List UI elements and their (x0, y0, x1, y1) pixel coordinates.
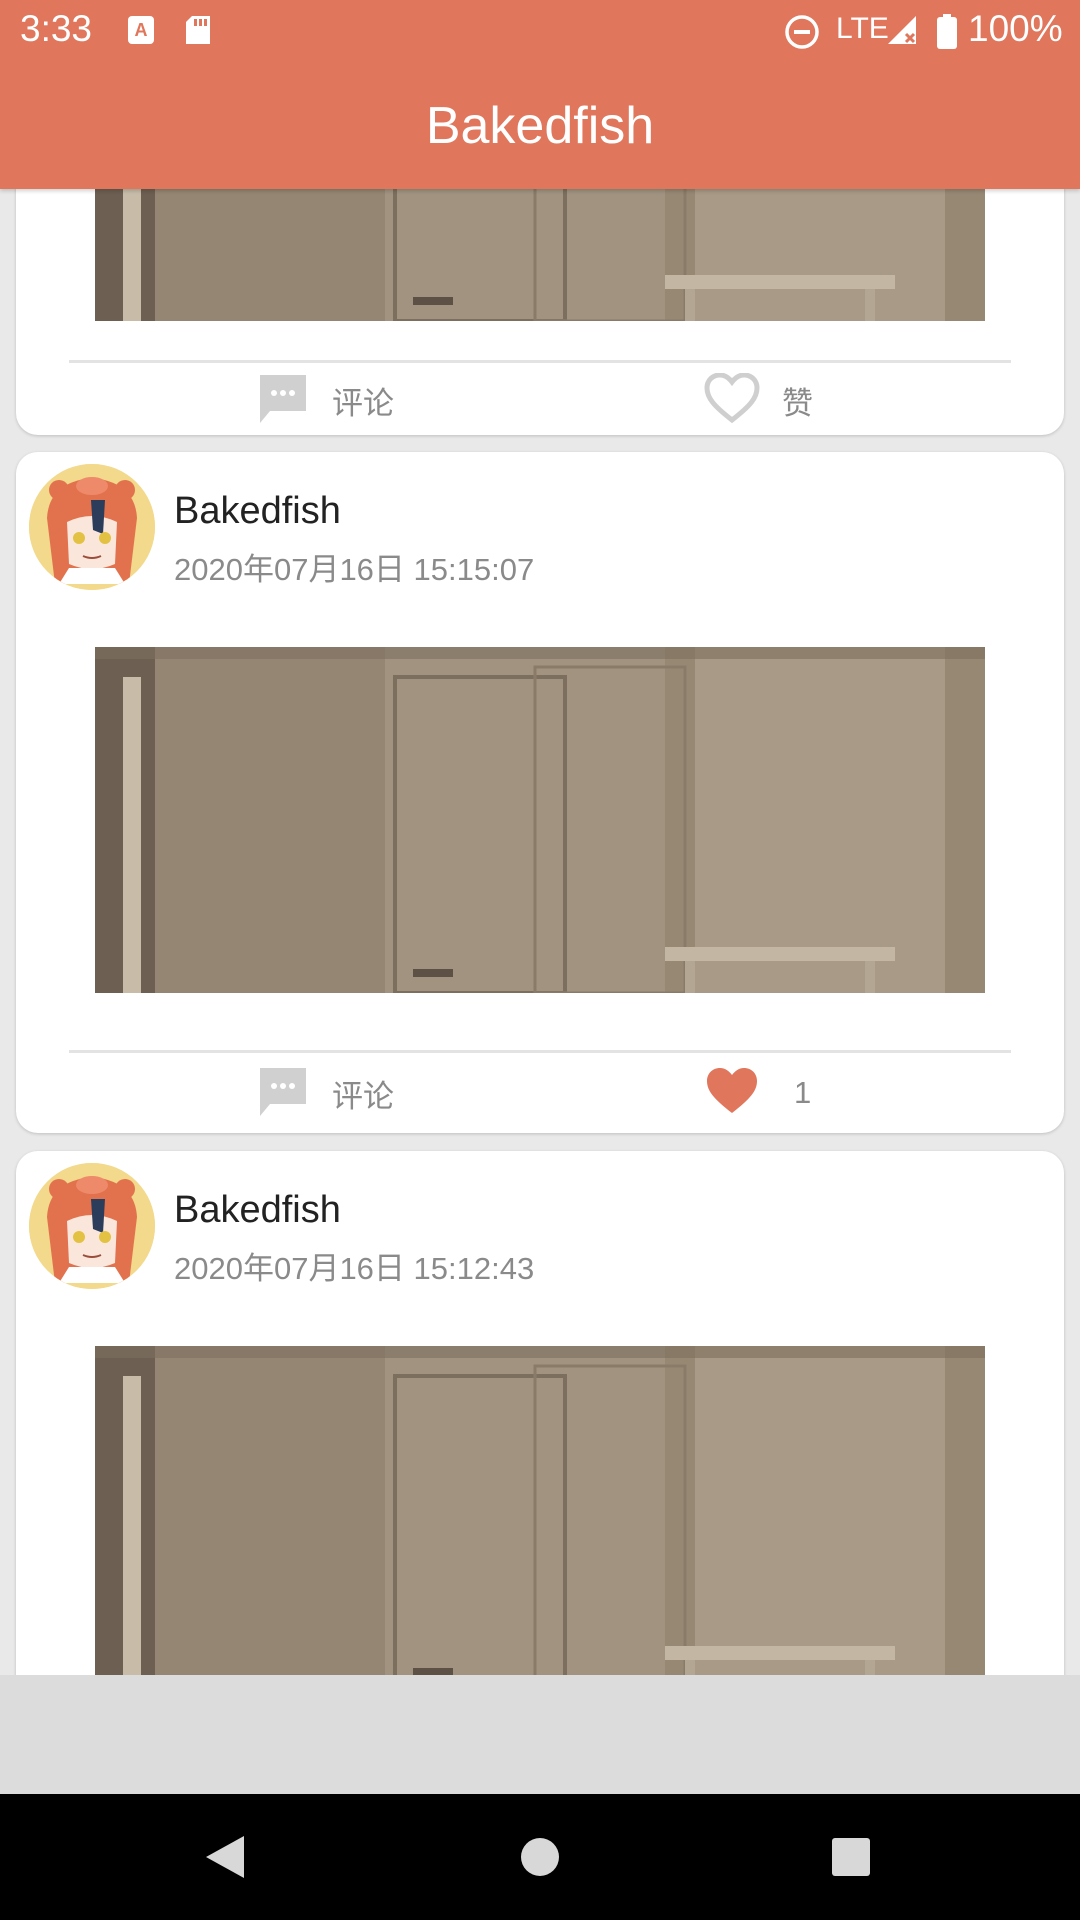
battery-icon (936, 14, 958, 54)
comment-icon (256, 371, 310, 429)
app-title: Bakedfish (425, 97, 655, 155)
signal-icon (886, 14, 918, 50)
app-bar: 3:33 A LTE 100% Bakedfish (0, 0, 1080, 189)
text-notification-icon: A (126, 14, 156, 50)
do-not-disturb-icon (784, 14, 820, 54)
feed-list[interactable]: 评论 赞 Bakedfish 2020年07月16日 15:15:07 评论 1… (0, 189, 1080, 1675)
status-time: 3:33 (20, 8, 93, 49)
like-button[interactable]: 赞 (704, 372, 813, 427)
sd-card-icon (184, 14, 212, 50)
like-label: 赞 (782, 385, 813, 421)
avatar[interactable] (29, 464, 155, 590)
svg-text:A: A (135, 20, 148, 40)
status-bar: 3:33 A LTE 100% (0, 0, 1080, 63)
post-photo[interactable] (95, 647, 985, 993)
post-author[interactable]: Bakedfish (174, 490, 341, 533)
system-nav-bar (0, 1794, 1080, 1920)
comment-button[interactable]: 评论 (256, 1064, 394, 1122)
avatar[interactable] (29, 1163, 155, 1289)
back-icon[interactable] (204, 1834, 246, 1884)
post-timestamp: 2020年07月16日 15:12:43 (174, 1251, 535, 1286)
divider (69, 360, 1011, 363)
post-photo[interactable] (95, 189, 985, 321)
comment-icon (256, 1064, 310, 1122)
like-count: 1 (794, 1075, 812, 1110)
post-card: 评论 赞 (16, 189, 1064, 435)
divider (69, 1050, 1011, 1053)
post-photo[interactable] (95, 1346, 985, 1675)
battery-percent: 100% (968, 8, 1063, 49)
recents-icon[interactable] (831, 1837, 871, 1881)
post-timestamp: 2020年07月16日 15:15:07 (174, 552, 535, 587)
comment-label: 评论 (332, 385, 394, 421)
home-icon[interactable] (520, 1837, 560, 1881)
comment-button[interactable]: 评论 (256, 371, 394, 429)
like-button[interactable]: 1 (704, 1066, 811, 1120)
heart-filled-icon (704, 1066, 760, 1120)
post-card: Bakedfish 2020年07月16日 15:12:43 (16, 1151, 1064, 1675)
post-card: Bakedfish 2020年07月16日 15:15:07 评论 1 (16, 452, 1064, 1133)
heart-outline-icon (704, 372, 760, 427)
empty-area (0, 1675, 1080, 1794)
post-author[interactable]: Bakedfish (174, 1189, 341, 1232)
comment-label: 评论 (332, 1078, 394, 1114)
network-type: LTE (836, 12, 889, 45)
